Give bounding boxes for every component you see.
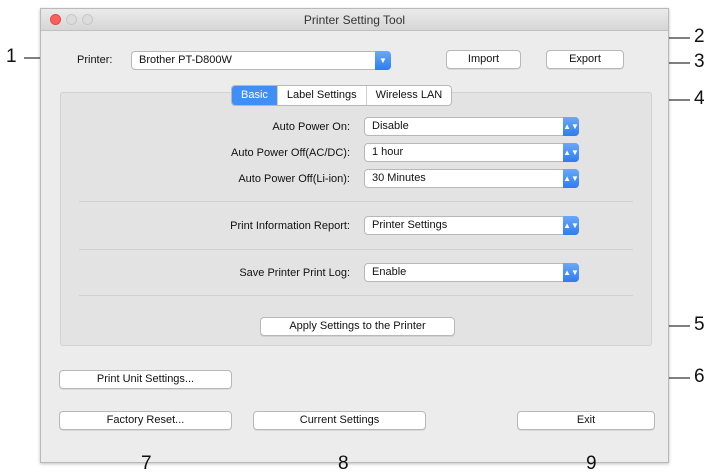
auto-power-off-li-label: Auto Power Off(Li-ion): — [238, 173, 350, 185]
print-info-report-value: Printer Settings — [372, 219, 448, 231]
settings-tabs: Basic Label Settings Wireless LAN — [231, 85, 453, 106]
callout-5: 5 — [694, 314, 705, 335]
updown-arrows-icon: ▲▼ — [563, 143, 579, 162]
print-info-report-select[interactable]: Printer Settings ▲▼ — [364, 216, 579, 235]
callout-4: 4 — [694, 88, 705, 109]
callout-3: 3 — [694, 51, 705, 72]
updown-arrows-icon: ▲▼ — [563, 117, 579, 136]
printer-label: Printer: — [77, 54, 113, 66]
auto-power-on-value: Disable — [372, 120, 409, 132]
auto-power-off-ac-select[interactable]: 1 hour ▲▼ — [364, 143, 579, 162]
print-unit-settings-button[interactable]: Print Unit Settings... — [59, 370, 232, 389]
save-print-log-value: Enable — [372, 266, 407, 278]
app-window: Printer Setting Tool Printer: Brother PT… — [40, 8, 669, 463]
current-settings-button[interactable]: Current Settings — [253, 411, 426, 430]
exit-button[interactable]: Exit — [517, 411, 655, 430]
updown-arrows-icon: ▲▼ — [563, 216, 579, 235]
window-title: Printer Setting Tool — [303, 13, 406, 27]
auto-power-off-ac-value: 1 hour — [372, 146, 404, 158]
factory-reset-button[interactable]: Factory Reset... — [59, 411, 232, 430]
export-button[interactable]: Export — [546, 50, 624, 69]
callout-6: 6 — [694, 366, 705, 387]
callout-7: 7 — [141, 453, 152, 474]
divider — [79, 249, 633, 250]
tab-label-settings[interactable]: Label Settings — [276, 86, 366, 105]
auto-power-on-label: Auto Power On: — [272, 121, 350, 133]
auto-power-off-li-value: 30 Minutes — [372, 172, 426, 184]
tab-basic[interactable]: Basic — [232, 86, 277, 105]
printer-select-value: Brother PT-D800W — [139, 54, 232, 66]
chevron-down-icon: ▼ — [375, 51, 391, 70]
title-bar: Printer Setting Tool — [41, 9, 668, 31]
print-info-report-label: Print Information Report: — [230, 220, 350, 232]
updown-arrows-icon: ▲▼ — [563, 169, 579, 188]
save-print-log-label: Save Printer Print Log: — [239, 267, 350, 279]
apply-settings-button[interactable]: Apply Settings to the Printer — [260, 317, 455, 336]
callout-9: 9 — [586, 453, 597, 474]
divider — [79, 295, 633, 296]
callout-2: 2 — [694, 26, 705, 47]
import-button[interactable]: Import — [446, 50, 521, 69]
auto-power-on-select[interactable]: Disable ▲▼ — [364, 117, 579, 136]
divider — [79, 201, 633, 202]
callout-1: 1 — [6, 46, 17, 67]
auto-power-off-ac-label: Auto Power Off(AC/DC): — [231, 147, 350, 159]
updown-arrows-icon: ▲▼ — [563, 263, 579, 282]
auto-power-off-li-select[interactable]: 30 Minutes ▲▼ — [364, 169, 579, 188]
printer-select[interactable]: Brother PT-D800W ▼ — [131, 51, 391, 70]
tab-wireless-lan[interactable]: Wireless LAN — [365, 86, 452, 105]
save-print-log-select[interactable]: Enable ▲▼ — [364, 263, 579, 282]
callout-8: 8 — [338, 453, 349, 474]
